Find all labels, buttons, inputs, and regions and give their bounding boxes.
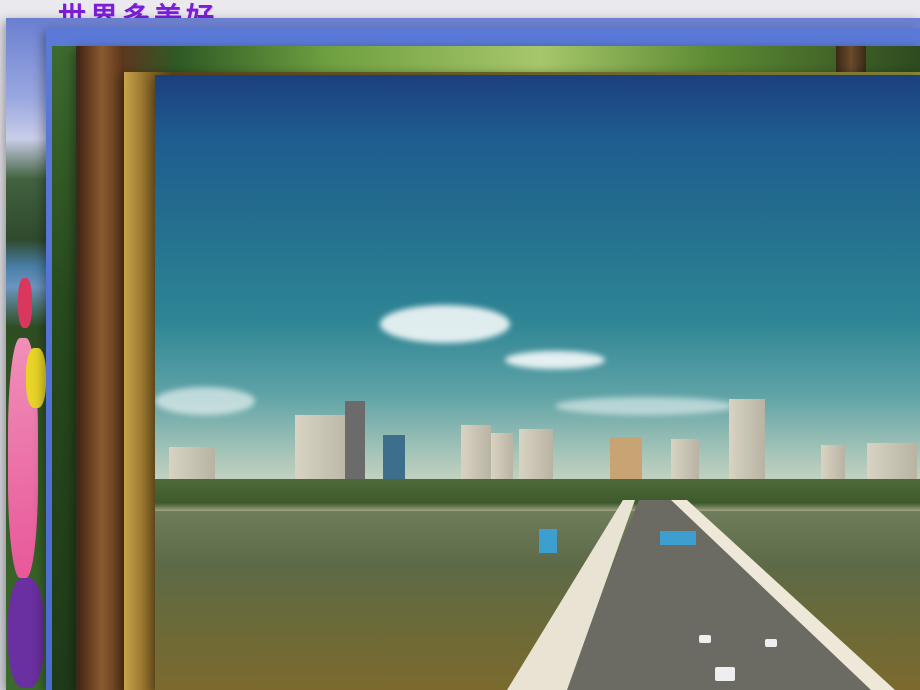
building xyxy=(610,437,642,481)
city-pier-photo xyxy=(155,75,920,690)
red-lupine xyxy=(18,278,32,328)
building xyxy=(671,439,699,481)
purple-lupine xyxy=(8,578,44,688)
pier-canopy xyxy=(660,531,696,545)
pier-canopy xyxy=(539,529,557,553)
building xyxy=(729,399,765,481)
cloud xyxy=(155,387,255,415)
building xyxy=(383,435,405,481)
building xyxy=(821,445,845,481)
car xyxy=(765,639,777,647)
building xyxy=(867,443,917,481)
building xyxy=(491,433,513,481)
yellow-lupine xyxy=(26,348,46,408)
building xyxy=(345,401,365,481)
building xyxy=(519,429,553,481)
cloud xyxy=(555,397,735,415)
car xyxy=(699,635,711,643)
cloud xyxy=(380,305,510,343)
redwood-trunk xyxy=(80,46,124,690)
building xyxy=(169,447,215,481)
car xyxy=(715,667,735,681)
cloud xyxy=(505,351,605,369)
building xyxy=(461,425,491,481)
